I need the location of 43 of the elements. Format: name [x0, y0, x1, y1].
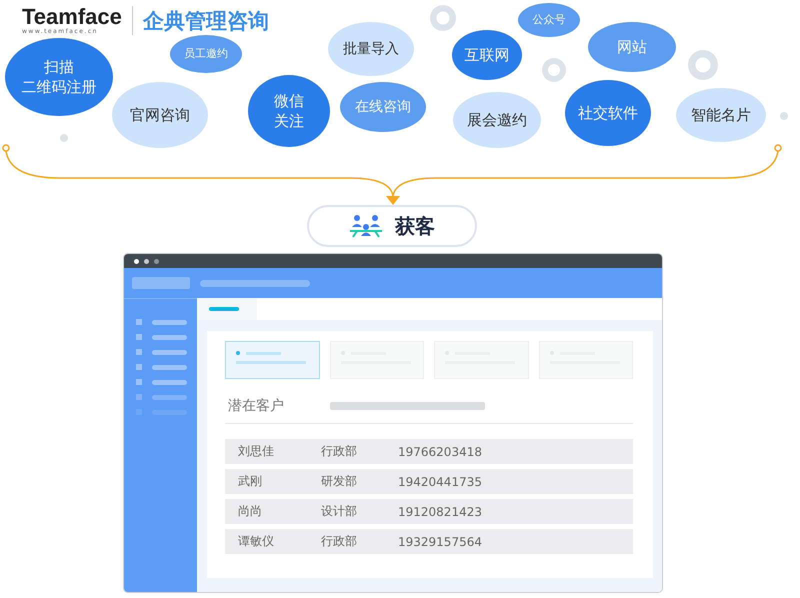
- lead-source-bubble: 网站: [588, 22, 676, 72]
- window-dot-icon[interactable]: [154, 258, 159, 264]
- customer-row[interactable]: 武刚 研发部 19420441735: [225, 469, 633, 494]
- customer-row[interactable]: 刘思佳 行政部 19766203418: [225, 439, 633, 464]
- name-cell-text: 刘思佳: [238, 443, 275, 460]
- people-network-icon: [349, 213, 383, 239]
- brand-name: Teamface: [22, 6, 122, 28]
- summary-card[interactable]: [225, 341, 320, 379]
- circle-icon: [60, 134, 68, 142]
- department-cell-text: 行政部: [321, 443, 358, 460]
- window-dot-icon[interactable]: [144, 258, 149, 264]
- section-title: 潜在客户: [227, 397, 284, 415]
- lead-source-bubble: 扫描 二维码注册: [5, 38, 113, 116]
- window-dot-icon[interactable]: [134, 258, 139, 264]
- customer-row[interactable]: 尚尚 设计部 19120821423: [225, 499, 633, 524]
- department-cell-text: 研发部: [321, 473, 358, 490]
- phone-cell: 19420441735: [398, 474, 482, 488]
- phone-cell: 19329157564: [398, 534, 482, 548]
- lead-source-bubble: 社交软件: [565, 80, 651, 146]
- name-cell-text: 谭敏仪: [238, 533, 275, 550]
- lead-source-bubble: 公众号: [518, 3, 580, 37]
- customer-row[interactable]: 谭敏仪 行政部 19329157564: [225, 529, 633, 554]
- lead-source-bubble: 官网咨询: [112, 82, 208, 148]
- phone-cell: 19766203418: [398, 444, 482, 458]
- circle-icon: [430, 5, 456, 31]
- lead-source-bubble: 在线咨询: [340, 82, 426, 132]
- lead-source-bubble: 互联网: [452, 30, 522, 80]
- lead-source-bubble: 批量导入: [328, 22, 414, 76]
- name-cell-text: 尚尚: [238, 503, 263, 520]
- lead-source-bubble: 微信 关注: [248, 75, 330, 147]
- circle-icon: [780, 112, 788, 120]
- department-cell-text: 设计部: [321, 503, 358, 520]
- tab[interactable]: [197, 298, 257, 320]
- circle-icon: [542, 58, 566, 82]
- lead-source-bubble: 智能名片: [676, 88, 766, 142]
- brand-tagline: 企典管理咨询: [142, 8, 269, 34]
- circle-icon: [688, 50, 718, 80]
- hub-label: 获客: [307, 205, 477, 247]
- lead-source-bubble: 展会邀约: [453, 92, 541, 148]
- department-cell-text: 行政部: [321, 533, 358, 550]
- lead-source-bubble: 员工邀约: [170, 35, 242, 73]
- name-cell-text: 武刚: [238, 473, 263, 490]
- phone-cell: 19120821423: [398, 504, 482, 518]
